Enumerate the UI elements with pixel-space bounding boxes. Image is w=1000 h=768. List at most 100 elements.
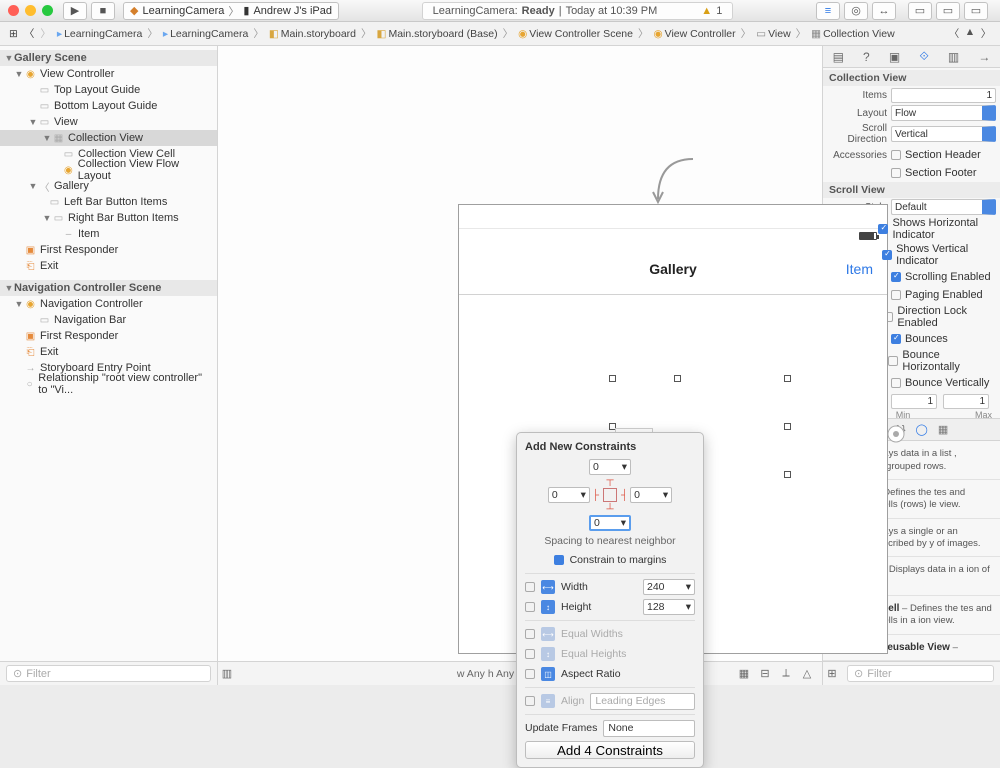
outline-bottom-guide[interactable]: ▭Bottom Layout Guide: [0, 98, 217, 114]
back-button[interactable]: 〈: [21, 26, 38, 41]
right-spacing-field[interactable]: 0▾: [630, 487, 672, 503]
next-issue-button[interactable]: 〉: [978, 26, 994, 41]
resize-handle[interactable]: [609, 375, 616, 382]
document-outline[interactable]: ▼Gallery Scene ▼◉View Controller ▭Top La…: [0, 46, 218, 661]
library-view-toggle[interactable]: ⊞: [823, 667, 841, 680]
media-library-tab[interactable]: ▦: [938, 423, 948, 436]
related-items-icon[interactable]: ⊞: [6, 28, 21, 40]
inspector-tabs[interactable]: ▤ ? ▣ ⟐ ▥ →: [823, 46, 1000, 68]
strut-bottom-icon[interactable]: ┴: [606, 504, 613, 515]
segue-connector-icon[interactable]: [886, 424, 906, 444]
outline-exit[interactable]: ⎗Exit: [0, 258, 217, 274]
outline-top-guide[interactable]: ▭Top Layout Guide: [0, 82, 217, 98]
navigation-bar[interactable]: Gallery Item: [459, 243, 887, 295]
zoom-max-field[interactable]: 1: [943, 394, 989, 409]
scene-header-gallery[interactable]: ▼Gallery Scene: [0, 50, 217, 66]
update-frames-select[interactable]: None: [603, 720, 695, 737]
strut-right-icon[interactable]: ┤: [621, 490, 628, 501]
top-spacing-field[interactable]: 0▾: [589, 459, 631, 475]
strut-top-icon[interactable]: ┬: [606, 475, 613, 486]
height-checkbox[interactable]: [525, 602, 535, 612]
outline-navcontroller[interactable]: ▼◉Navigation Controller: [0, 296, 217, 312]
zoom-window-icon[interactable]: [42, 5, 53, 16]
section-footer-checkbox[interactable]: [891, 168, 901, 178]
file-inspector-tab[interactable]: ▤: [833, 50, 844, 64]
bottom-spacing-field[interactable]: 0▾: [589, 515, 631, 531]
crumb-1[interactable]: ▸LearningCamera: [160, 28, 252, 40]
constrain-margins-checkbox[interactable]: [554, 555, 564, 565]
section-header-checkbox[interactable]: [891, 150, 901, 160]
outline-collectionview[interactable]: ▼▦Collection View: [0, 130, 217, 146]
scrolling-enabled-checkbox[interactable]: [891, 272, 901, 282]
outline-filter-field[interactable]: ⊙Filter: [6, 665, 211, 682]
crumb-5[interactable]: ◉View Controller: [650, 28, 738, 40]
align-button[interactable]: ⊟: [756, 667, 774, 680]
height-field[interactable]: 128▾: [643, 599, 695, 615]
layout-select[interactable]: Flow: [891, 105, 996, 121]
paging-checkbox[interactable]: [891, 290, 901, 300]
outline-first-responder-2[interactable]: ▣First Responder: [0, 328, 217, 344]
version-editor-button[interactable]: ↔: [872, 2, 896, 20]
attributes-inspector-tab[interactable]: ⟐: [919, 49, 928, 64]
constraint-diagram[interactable]: 0▾ ┬ 0▾ ├ ┤ 0▾ ┴ 0▾: [525, 459, 695, 531]
minimize-window-icon[interactable]: [25, 5, 36, 16]
library-filter-field[interactable]: ⊙Filter: [847, 665, 994, 682]
connections-inspector-tab[interactable]: →: [978, 50, 990, 64]
crumb-2[interactable]: ◧Main.storyboard: [266, 28, 359, 40]
v-indicator-checkbox[interactable]: [882, 250, 892, 260]
outline-view[interactable]: ▼▭View: [0, 114, 217, 130]
jump-bar[interactable]: ⊞ 〈 〉 ▸LearningCamera〉 ▸LearningCamera〉 …: [0, 22, 1000, 46]
left-spacing-field[interactable]: 0▾: [548, 487, 590, 503]
stop-button[interactable]: ■: [91, 2, 115, 20]
identity-inspector-tab[interactable]: ▣: [889, 50, 900, 64]
resize-handle[interactable]: [784, 471, 791, 478]
outline-first-responder[interactable]: ▣First Responder: [0, 242, 217, 258]
outline-viewcontroller[interactable]: ▼◉View Controller: [0, 66, 217, 82]
size-inspector-tab[interactable]: ▥: [948, 50, 959, 64]
scene-header-nav[interactable]: ▼Navigation Controller Scene: [0, 280, 217, 296]
prev-issue-button[interactable]: 〈: [946, 26, 962, 41]
add-constraints-button[interactable]: Add 4 Constraints: [525, 741, 695, 759]
run-button[interactable]: ▶: [63, 2, 87, 20]
nav-bar-button-item[interactable]: Item: [846, 261, 873, 277]
warning-icon[interactable]: ▲: [701, 5, 712, 17]
scrolldir-select[interactable]: Vertical: [891, 126, 996, 142]
outline-right-items[interactable]: ▼▭Right Bar Button Items: [0, 210, 217, 226]
crumb-7[interactable]: ▦Collection View: [808, 28, 898, 40]
bounces-checkbox[interactable]: [891, 334, 901, 344]
aspect-checkbox[interactable]: [525, 669, 535, 679]
crumb-0[interactable]: ▸LearningCamera: [54, 28, 146, 40]
stack-button[interactable]: ▦: [735, 667, 753, 680]
help-inspector-tab[interactable]: ?: [863, 50, 870, 64]
items-field[interactable]: 1: [891, 88, 996, 103]
outline-left-items[interactable]: ▭Left Bar Button Items: [0, 194, 217, 210]
crumb-3[interactable]: ◧Main.storyboard (Base): [374, 28, 501, 40]
close-window-icon[interactable]: [8, 5, 19, 16]
object-library-tab[interactable]: ◯: [916, 423, 928, 436]
h-indicator-checkbox[interactable]: [878, 224, 888, 234]
outline-flowlayout[interactable]: ◉Collection View Flow Layout: [0, 162, 217, 178]
toggle-utilities-button[interactable]: ▭: [964, 2, 988, 20]
traffic-lights[interactable]: [8, 5, 53, 16]
crumb-6[interactable]: ▭View: [753, 28, 794, 40]
storyboard-canvas[interactable]: ◉ ▣ ⎗ Gallery Item Add New Con: [218, 46, 822, 661]
style-select[interactable]: Default: [891, 199, 996, 215]
pin-button[interactable]: ⟂: [777, 667, 795, 680]
toggle-navigator-button[interactable]: ▭: [908, 2, 932, 20]
toggle-outline-button[interactable]: ▥: [218, 667, 236, 680]
strut-left-icon[interactable]: ├: [592, 490, 599, 501]
outline-relationship[interactable]: ○Relationship "root view controller" to …: [0, 376, 217, 392]
resize-handle[interactable]: [784, 423, 791, 430]
bounce-h-checkbox[interactable]: [888, 356, 898, 366]
scheme-selector[interactable]: ◆ LearningCamera 〉 ▮ Andrew J's iPad: [123, 2, 339, 20]
standard-editor-button[interactable]: ≡: [816, 2, 840, 20]
resize-handle[interactable]: [674, 375, 681, 382]
width-field[interactable]: 240▾: [643, 579, 695, 595]
forward-button[interactable]: 〉: [37, 26, 54, 41]
toggle-debug-button[interactable]: ▭: [936, 2, 960, 20]
resize-handle[interactable]: [784, 375, 791, 382]
width-checkbox[interactable]: [525, 582, 535, 592]
bounce-v-checkbox[interactable]: [891, 378, 901, 388]
outline-item[interactable]: –Item: [0, 226, 217, 242]
zoom-min-field[interactable]: 1: [891, 394, 937, 409]
